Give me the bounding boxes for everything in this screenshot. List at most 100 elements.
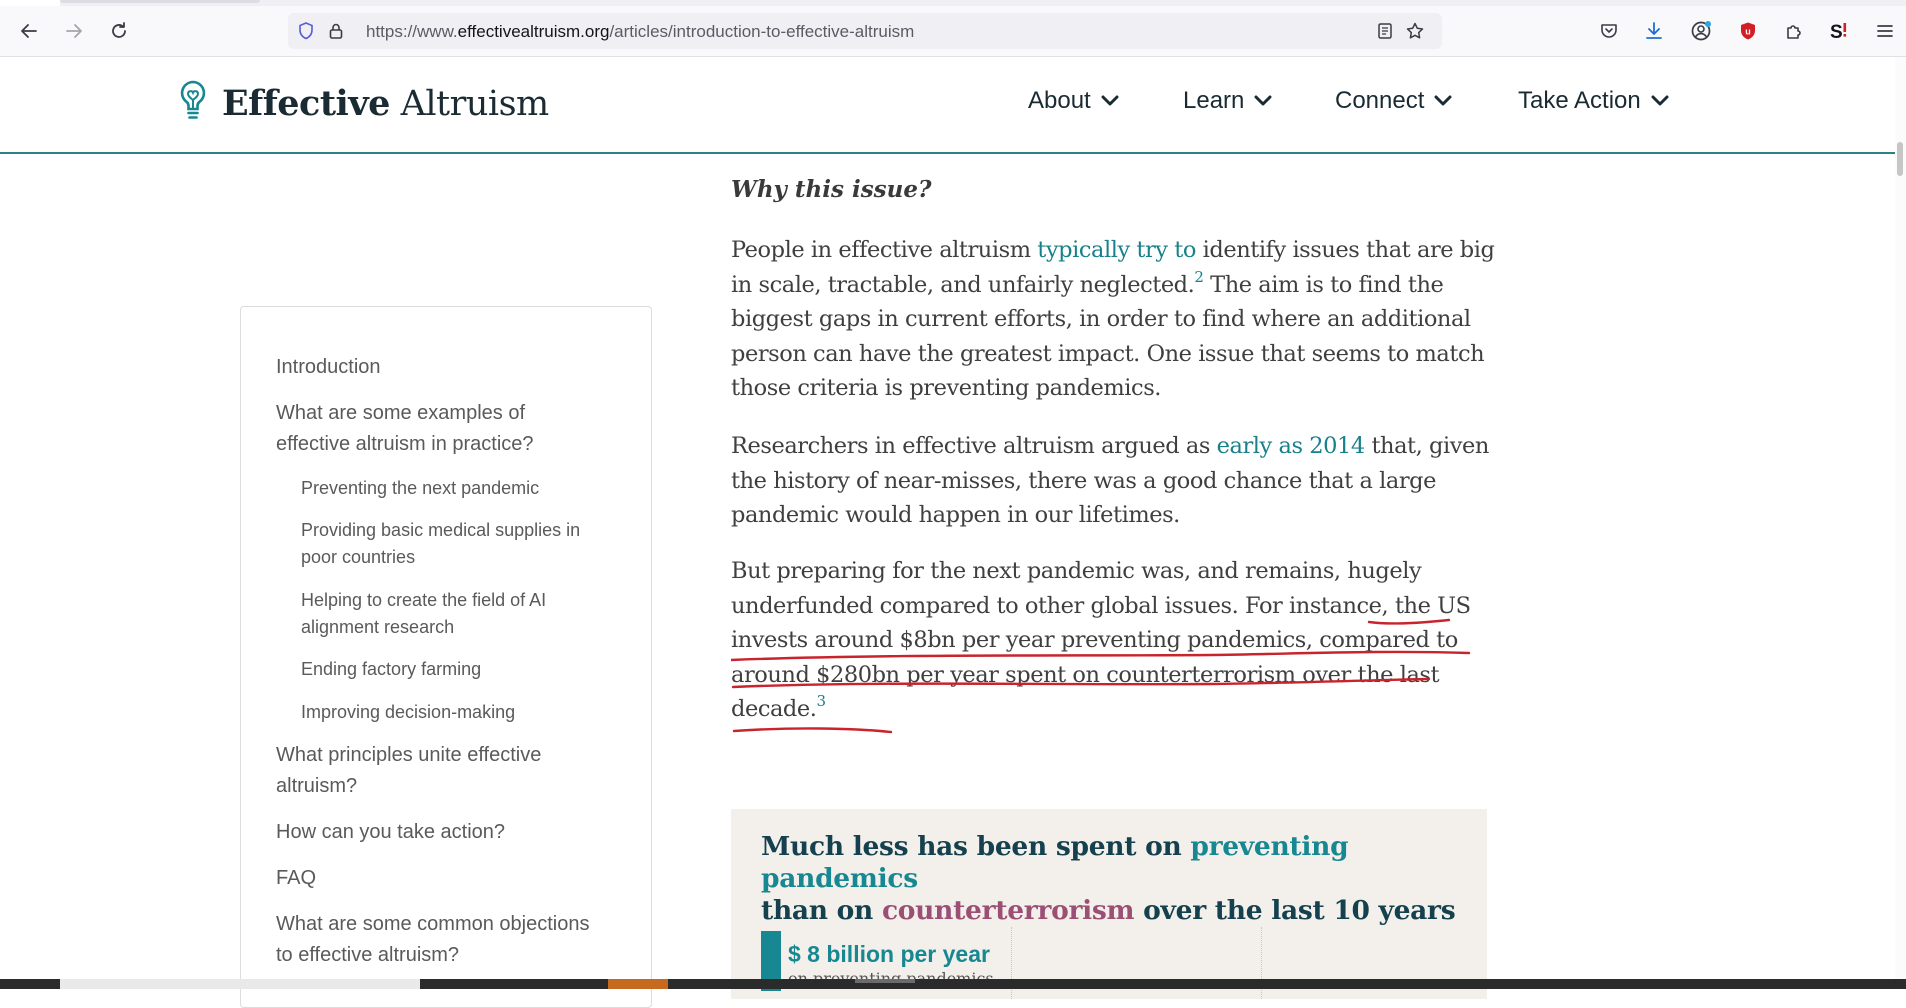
toc-link-ai-alignment-line1: Helping to create the field of AI: [301, 590, 547, 610]
paragraph-line: decade.3: [731, 692, 1491, 727]
taskbar-item[interactable]: [60, 979, 420, 989]
paragraph-line: Researchers in effective altruism argued…: [731, 429, 1491, 464]
ublock-button[interactable]: u: [1731, 14, 1765, 48]
infographic-title: Much less has been spent on preventing p…: [761, 831, 1481, 927]
text-run: in scale, tractable, and unfairly neglec…: [731, 271, 1195, 298]
paragraph-line: invests around $8bn per year preventing …: [731, 627, 1458, 653]
paragraph-line: People in effective altruism typically t…: [731, 233, 1495, 268]
chevron-down-icon: [1651, 95, 1669, 107]
toc-link-principles[interactable]: What principles unite effective altruism…: [276, 740, 541, 802]
toc-link-decision-making[interactable]: Improving decision-making: [301, 699, 515, 726]
nav-about[interactable]: About: [1028, 87, 1119, 115]
paragraph-line: in scale, tractable, and unfairly neglec…: [731, 268, 1491, 303]
chevron-down-icon: [1434, 95, 1452, 107]
url-host: effectivealtruism.org: [457, 22, 610, 41]
ublock-shield-icon: u: [1741, 22, 1755, 40]
nav-connect[interactable]: Connect: [1335, 87, 1452, 115]
url-text[interactable]: https://www.effectivealtruism.org/articl…: [366, 22, 914, 42]
toc-link-medical-supplies-line2: poor countries: [301, 547, 416, 567]
toc-link-pandemic[interactable]: Preventing the next pandemic: [301, 475, 539, 502]
download-icon: [1646, 22, 1662, 39]
os-taskbar: [0, 979, 1906, 989]
paragraph-line: pandemic would happen in our lifetimes.: [731, 502, 1180, 528]
lock-icon[interactable]: [326, 21, 346, 41]
table-of-contents: Introduction What are some examples of e…: [240, 306, 652, 1008]
toc-link-objections[interactable]: What are some common objections to effec…: [276, 909, 589, 971]
taskbar-item[interactable]: [855, 979, 915, 983]
back-button[interactable]: [12, 14, 46, 48]
toc-link-take-action[interactable]: How can you take action?: [276, 817, 505, 848]
paragraph-line: biggest gaps in current efforts, in orde…: [731, 306, 1471, 332]
title-run-plum: counterterrorism: [881, 895, 1135, 926]
forward-arrow-icon: [66, 24, 82, 38]
nav-take-action[interactable]: Take Action: [1518, 87, 1669, 115]
puzzle-piece-icon: [1787, 25, 1801, 39]
paragraph-line: person can have the greatest impact. One…: [731, 340, 1485, 367]
text-run: that, given: [1364, 433, 1489, 459]
logo-text-bold: Effective: [222, 83, 390, 124]
toc-link-examples[interactable]: What are some examples of effective altr…: [276, 398, 534, 460]
lightbulb-heart-logo-icon[interactable]: [178, 79, 208, 127]
toc-link-faq[interactable]: FAQ: [276, 863, 316, 894]
toc-link-objections-line1: What are some common objections: [276, 913, 590, 935]
toc-link-objections-line2: to effective altruism?: [276, 944, 460, 966]
pandemic-spending-label: $ 8 billion per year: [788, 941, 990, 967]
reader-view-icon[interactable]: [1376, 22, 1394, 40]
page-scrollbar[interactable]: [1895, 57, 1906, 979]
svg-text:u: u: [1745, 27, 1751, 37]
s-extension-icon: S: [1830, 22, 1847, 42]
svg-text:S: S: [1830, 22, 1843, 42]
paragraph-line: around $280bn per year spent on countert…: [731, 661, 1440, 688]
account-button[interactable]: [1684, 14, 1718, 48]
toc-link-ai-alignment[interactable]: Helping to create the field of AI alignm…: [301, 587, 546, 641]
title-run: over the last 10 years: [1134, 895, 1456, 926]
app-menu-button[interactable]: [1868, 14, 1902, 48]
paragraph-line: But preparing for the next pandemic was,…: [731, 558, 1422, 584]
site-logo-text[interactable]: Effective Altruism: [222, 83, 549, 124]
shield-icon[interactable]: [296, 21, 316, 41]
chevron-down-icon: [1254, 95, 1272, 107]
toc-link-medical-supplies[interactable]: Providing basic medical supplies in poor…: [301, 517, 580, 571]
browser-toolbar: https://www.effectivealtruism.org/articl…: [0, 6, 1906, 57]
paragraph-line: those criteria is preventing pandemics.: [731, 375, 1162, 401]
paragraph-1: People in effective altruism typically t…: [731, 233, 1495, 406]
toc-link-ai-alignment-line2: alignment research: [301, 617, 455, 637]
extensions-button[interactable]: [1777, 14, 1811, 48]
forward-button[interactable]: [57, 14, 91, 48]
text-run: decade.: [731, 696, 817, 722]
page-scrollbar-thumb[interactable]: [1897, 142, 1903, 176]
toc-link-examples-line2: effective altruism in practice?: [276, 433, 534, 455]
url-path: /articles/introduction-to-effective-altr…: [609, 22, 915, 41]
link-typically-try-to[interactable]: typically try to: [1037, 237, 1196, 263]
pocket-icon: [1601, 24, 1617, 38]
paragraph-3: But preparing for the next pandemic was,…: [731, 554, 1491, 727]
section-heading: Why this issue?: [731, 176, 932, 203]
toc-link-introduction[interactable]: Introduction: [276, 352, 381, 383]
link-early-as-2014[interactable]: early as 2014: [1217, 433, 1366, 459]
paragraph-2: Researchers in effective altruism argued…: [731, 429, 1491, 533]
active-tab-indicator[interactable]: [60, 0, 260, 3]
pocket-button[interactable]: [1592, 14, 1626, 48]
account-icon: [1691, 21, 1711, 41]
nav-learn[interactable]: Learn: [1183, 87, 1272, 115]
footnote-ref-3[interactable]: 3: [816, 692, 826, 710]
text-run: The aim is to find the: [1203, 271, 1444, 298]
nav-take-action-label: Take Action: [1518, 87, 1641, 114]
title-run: Much less has been spent on: [761, 831, 1191, 862]
nav-about-label: About: [1028, 87, 1091, 114]
address-bar[interactable]: https://www.effectivealtruism.org/articl…: [288, 13, 1442, 49]
chevron-down-icon: [1101, 95, 1119, 107]
title-run: than on: [761, 895, 882, 926]
paragraph-line: underfunded compared to other global iss…: [731, 592, 1471, 619]
toc-link-factory-farming[interactable]: Ending factory farming: [301, 656, 481, 683]
toc-link-examples-line1: What are some examples of: [276, 402, 525, 424]
reload-icon: [112, 22, 126, 38]
toc-link-principles-line2: altruism?: [276, 775, 358, 797]
downloads-button[interactable]: [1637, 14, 1671, 48]
url-prefix: https://www.: [366, 22, 458, 41]
nav-connect-label: Connect: [1335, 87, 1425, 114]
bookmark-star-icon[interactable]: [1405, 21, 1425, 41]
extension-s-button[interactable]: S: [1822, 14, 1856, 48]
reload-button[interactable]: [102, 14, 136, 48]
taskbar-item[interactable]: [608, 979, 668, 989]
